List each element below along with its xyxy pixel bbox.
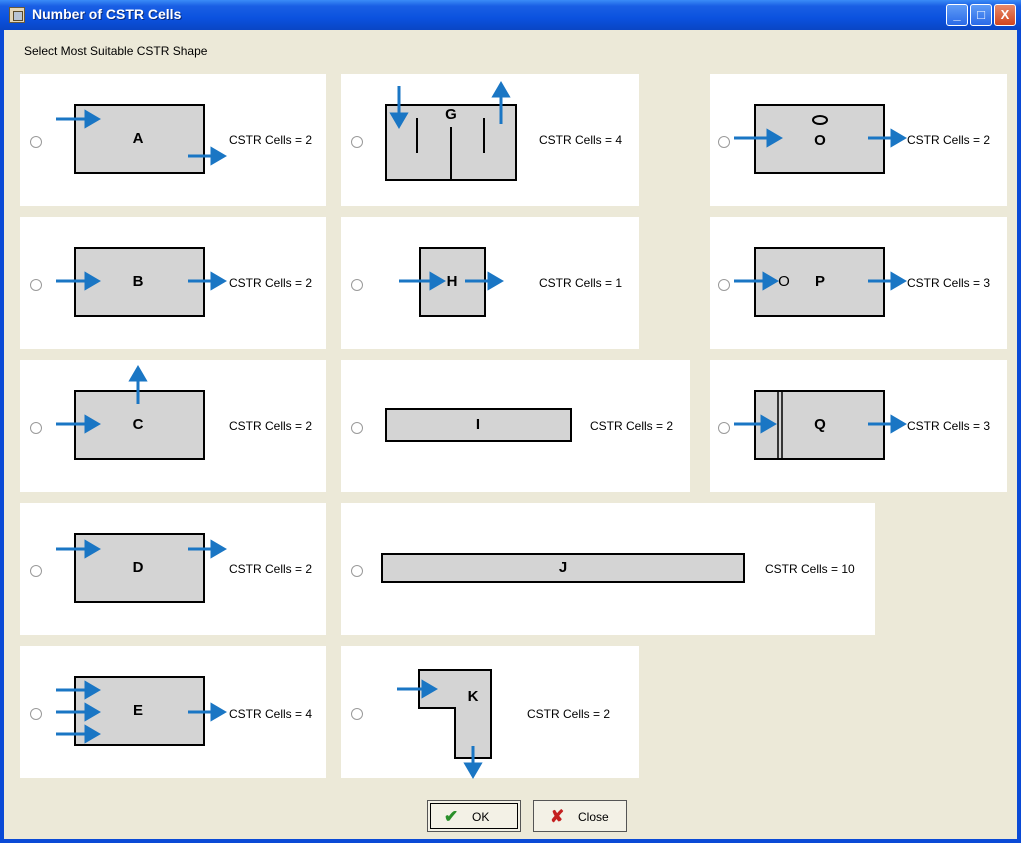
cstr-cells-label: CSTR Cells = 4 [539, 133, 623, 147]
shape-letter: I [475, 416, 481, 433]
close-window-button[interactable]: X [994, 4, 1016, 26]
cstr-cells-label: CSTR Cells = 2 [590, 419, 674, 433]
cstr-cells-label: CSTR Cells = 10 [765, 562, 855, 576]
radio-i[interactable] [351, 422, 363, 434]
option-q[interactable]: Q CSTR Cells = 3 [710, 360, 1007, 492]
close-button[interactable]: ✘ Close [533, 800, 627, 832]
option-b[interactable]: B CSTR Cells = 2 [20, 217, 326, 349]
option-i[interactable]: I CSTR Cells = 2 [341, 360, 690, 492]
close-button-label: Close [578, 810, 609, 824]
check-icon: ✔ [444, 807, 459, 826]
ok-button-label: OK [472, 810, 490, 824]
option-d[interactable]: D CSTR Cells = 2 [20, 503, 326, 635]
option-o[interactable]: O CSTR Cells = 2 [710, 74, 1007, 206]
option-e[interactable]: E CSTR Cells = 4 [20, 646, 326, 778]
shape-letter: J [558, 559, 568, 576]
maximize-button[interactable]: □ [970, 4, 992, 26]
cstr-cells-label: CSTR Cells = 1 [539, 276, 623, 290]
window-title: Number of CSTR Cells [32, 6, 182, 22]
cstr-cells-label: CSTR Cells = 2 [229, 276, 313, 290]
cstr-cells-label: CSTR Cells = 2 [907, 133, 991, 147]
option-k[interactable]: K CSTR Cells = 2 [341, 646, 639, 779]
option-c[interactable]: C CSTR Cells = 2 [20, 360, 326, 492]
cstr-cells-label: CSTR Cells = 3 [907, 419, 991, 433]
minimize-button[interactable]: _ [946, 4, 968, 26]
option-g[interactable]: G CSTR Cells = 4 [341, 74, 639, 206]
cstr-cells-label: CSTR Cells = 2 [229, 133, 313, 147]
radio-j[interactable] [351, 565, 363, 577]
cstr-cells-label: CSTR Cells = 3 [907, 276, 991, 290]
dialog-client: Select Most Suitable CSTR Shape A CSTR C… [10, 30, 1015, 837]
group-label: Select Most Suitable CSTR Shape [24, 44, 208, 58]
shape-letter: K [467, 688, 479, 705]
option-p[interactable]: P O CSTR Cells = 3 [710, 217, 1007, 349]
title-bar[interactable]: Number of CSTR Cells _ □ X [0, 0, 1021, 30]
option-h[interactable]: H CSTR Cells = 1 [341, 217, 639, 349]
app-icon [9, 7, 25, 23]
option-a[interactable]: A CSTR Cells = 2 [20, 74, 326, 206]
cstr-cells-label: CSTR Cells = 4 [229, 707, 313, 721]
option-j[interactable]: J CSTR Cells = 10 [341, 503, 875, 635]
dialog-window: Number of CSTR Cells _ □ X Select Most S… [0, 0, 1021, 843]
x-icon: ✘ [550, 807, 565, 826]
cstr-cells-label: CSTR Cells = 2 [229, 562, 313, 576]
cstr-cells-label: CSTR Cells = 2 [527, 707, 611, 721]
cstr-cells-label: CSTR Cells = 2 [229, 419, 313, 433]
ok-button[interactable]: ✔ OK [427, 800, 521, 832]
